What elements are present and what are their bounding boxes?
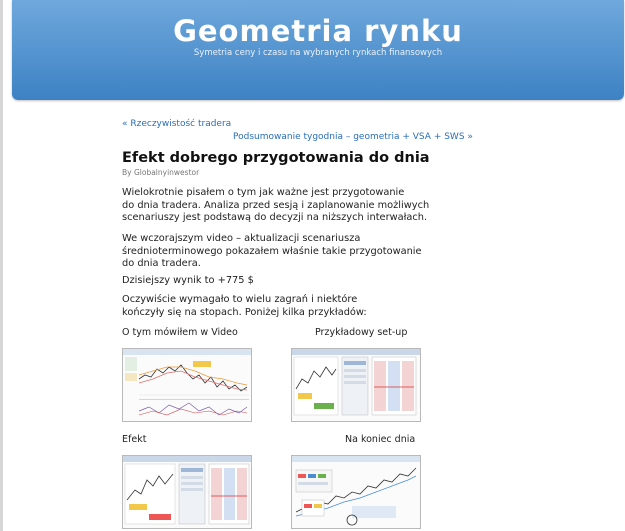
site-header: Geometria rynku Symetria ceny i czasu na… (12, 0, 624, 100)
previous-post-link[interactable]: « Rzeczywistość tradera (122, 119, 231, 129)
site-title[interactable]: Geometria rynku (12, 14, 624, 48)
chart-thumbnail-end-of-day[interactable] (291, 455, 421, 529)
post-byline: By Globalnyinwestor (122, 168, 200, 177)
post-paragraph: Oczywiście wymagało to wielu zagrań i ni… (122, 294, 367, 318)
caption-end-of-day: Na koniec dnia (345, 434, 416, 445)
post-paragraph: We wczorajszym video – aktualizacji scen… (122, 233, 422, 269)
caption-video: O tym mówiłem w Video (122, 327, 238, 338)
caption-setup: Przykładowy set-up (315, 327, 408, 338)
chart-screenshot-image (292, 456, 420, 526)
trading-platform-image (292, 349, 420, 416)
next-post-link[interactable]: Podsumowanie tygodnia – geometria + VSA … (233, 132, 473, 142)
chart-thumbnail-setup[interactable] (291, 348, 421, 422)
post-paragraph: Wielokrotnie pisałem o tym jak ważne jes… (122, 187, 430, 223)
caption-effect: Efekt (122, 434, 147, 445)
site-tagline: Symetria ceny i czasu na wybranych rynka… (193, 48, 443, 58)
post-title[interactable]: Efekt dobrego przygotowania do dnia (122, 150, 430, 166)
chart-thumbnail-effect[interactable] (122, 455, 252, 529)
chart-thumbnail-video[interactable] (122, 348, 252, 422)
trading-platform-image (123, 456, 251, 525)
post-result: Dzisiejszy wynik to +775 $ (122, 275, 254, 286)
page-left-border (0, 0, 3, 531)
chart-screenshot-image (123, 349, 251, 416)
